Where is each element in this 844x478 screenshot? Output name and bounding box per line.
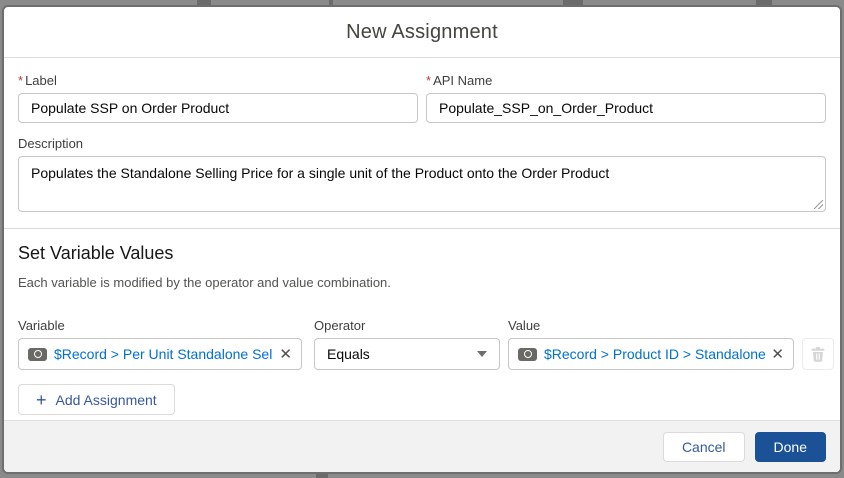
required-asterisk: * [426, 73, 432, 88]
description-textarea[interactable]: Populates the Standalone Selling Price f… [18, 156, 826, 212]
assignment-row: Variable $Record > Per Unit Standalone S… [18, 318, 834, 370]
description-field-label: Description [18, 136, 84, 151]
label-input[interactable] [18, 93, 418, 123]
section-title: Set Variable Values [18, 243, 174, 263]
value-field-group: Value $Record > Product ID > Standalone … [508, 318, 794, 370]
modal-body: *Label *API Name Description Populates t… [4, 58, 840, 415]
currency-icon [28, 347, 47, 361]
dropdown-icon [477, 351, 487, 357]
background-artifact [316, 474, 328, 478]
add-assignment-button[interactable]: + Add Assignment [18, 384, 175, 415]
variable-label: Variable [18, 318, 65, 333]
new-assignment-modal: New Assignment *Label *API Name Descript… [2, 5, 842, 474]
operator-select[interactable]: Equals [314, 338, 500, 370]
clear-icon[interactable]: ✕ [279, 347, 292, 362]
operator-field-group: Operator Equals [314, 318, 500, 370]
value-pill-text: $Record > Product ID > Standalone ... [544, 346, 766, 362]
modal-footer: Cancel Done [4, 420, 840, 472]
clear-icon[interactable]: ✕ [771, 347, 784, 362]
value-label: Value [508, 318, 541, 333]
variable-combobox[interactable]: $Record > Per Unit Standalone Sellin... … [18, 338, 302, 370]
api-name-field-label: * API Name [426, 73, 493, 88]
page-title: New Assignment [346, 20, 498, 43]
required-asterisk: * [18, 73, 24, 88]
api-name-input[interactable] [426, 93, 826, 123]
plus-icon: + [36, 389, 47, 410]
add-assignment-label: Add Assignment [55, 391, 157, 408]
variable-pill-text: $Record > Per Unit Standalone Sellin... [54, 346, 274, 362]
value-combobox[interactable]: $Record > Product ID > Standalone ... ✕ [508, 338, 794, 370]
api-name-field-group: * API Name [426, 73, 826, 123]
delete-assignment-button[interactable] [802, 338, 834, 370]
resize-handle[interactable] [814, 200, 823, 209]
trash-icon [811, 346, 825, 362]
label-field-label: * Label [18, 73, 57, 88]
operator-label: Operator [314, 318, 366, 333]
label-field-group: * Label [18, 73, 418, 123]
variable-field-group: Variable $Record > Per Unit Standalone S… [18, 318, 302, 370]
operator-selected-value: Equals [327, 346, 370, 362]
section-divider [4, 228, 840, 229]
cancel-button[interactable]: Cancel [662, 431, 745, 462]
modal-header: New Assignment [4, 7, 840, 58]
description-field-group: Description Populates the Standalone Sel… [18, 136, 826, 212]
done-button[interactable]: Done [754, 431, 826, 462]
section-subtitle: Each variable is modified by the operato… [18, 275, 391, 290]
currency-icon [518, 347, 537, 361]
